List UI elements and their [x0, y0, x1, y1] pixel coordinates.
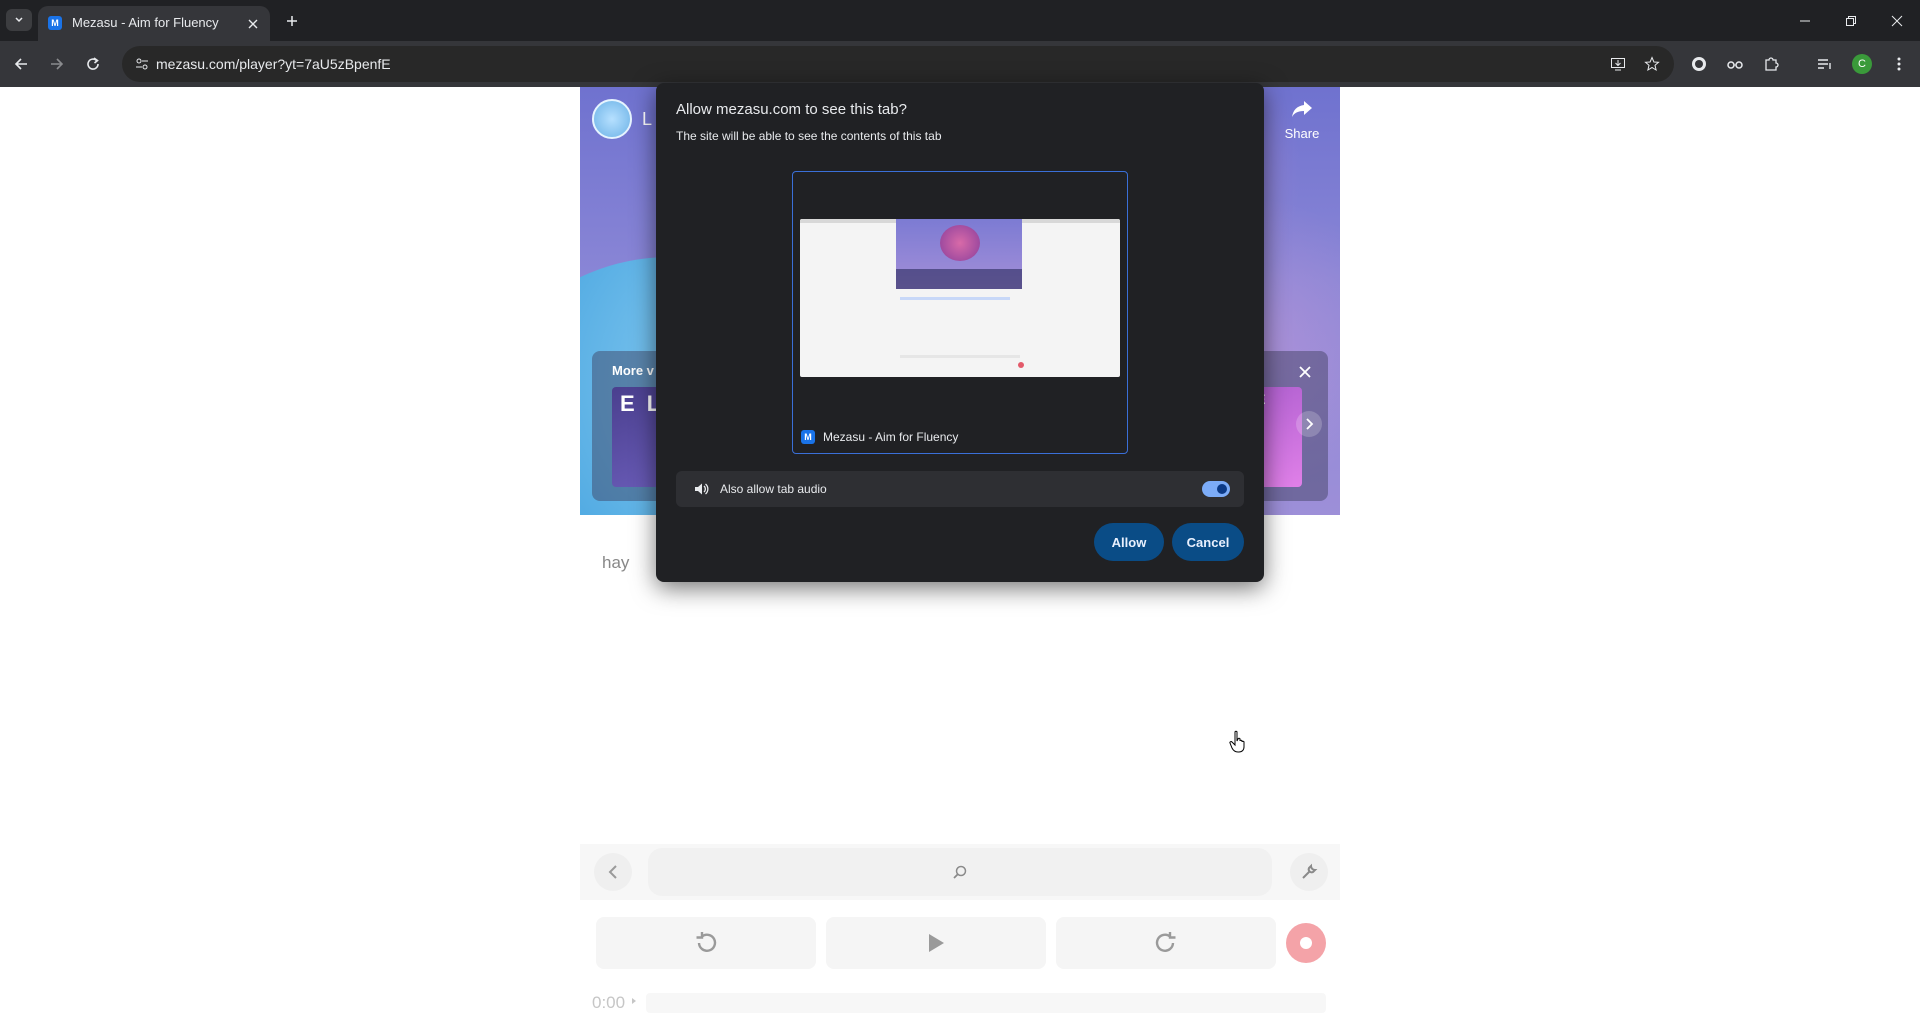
play-icon: [929, 934, 944, 952]
arrow-right-icon: [51, 58, 64, 70]
tab-preview-thumbnail: [800, 219, 1120, 377]
preview-figure: [940, 225, 980, 261]
dialog-subtitle: The site will be able to see the content…: [676, 129, 942, 143]
back-button[interactable]: [8, 51, 34, 77]
media-queue-icon: [1818, 59, 1831, 69]
reload-button[interactable]: [80, 51, 106, 77]
more-videos-close-button[interactable]: [1294, 361, 1316, 383]
forward-button[interactable]: [44, 51, 70, 77]
replay-button[interactable]: [596, 917, 816, 969]
extension-button-1[interactable]: [1686, 51, 1712, 77]
tab-preview-card[interactable]: M Mezasu - Aim for Fluency: [792, 171, 1128, 454]
tab-preview-label: M Mezasu - Aim for Fluency: [801, 430, 958, 444]
tab-audio-label: Also allow tab audio: [720, 482, 827, 496]
progress-bar[interactable]: [646, 993, 1326, 1013]
preview-favicon: M: [801, 430, 815, 444]
star-icon: [1644, 56, 1660, 72]
chevron-left-icon: [608, 865, 617, 879]
close-icon: [248, 19, 258, 29]
tab-close-button[interactable]: [244, 15, 262, 33]
extension-glasses-icon: [1727, 61, 1743, 69]
previous-button[interactable]: [594, 853, 632, 891]
url-text: mezasu.com/player?yt=7aU5zBpenfE: [156, 56, 391, 72]
address-bar[interactable]: mezasu.com/player?yt=7aU5zBpenfE: [122, 46, 1674, 82]
cancel-button[interactable]: Cancel: [1172, 523, 1244, 561]
share-tab-permission-dialog: Allow mezasu.com to see this tab? The si…: [656, 83, 1264, 582]
minimize-icon: [1800, 20, 1810, 21]
playback-time: 0:00: [592, 993, 626, 1012]
redo-button[interactable]: [1056, 917, 1276, 969]
search-icon: [953, 865, 967, 879]
record-button[interactable]: [1286, 923, 1326, 963]
video-title-partial: L: [642, 109, 653, 129]
preview-video: [896, 219, 1022, 289]
restore-icon: [1846, 15, 1856, 26]
tab-audio-toggle[interactable]: [1202, 481, 1230, 497]
browser-toolbar: mezasu.com/player?yt=7aU5zBpenfE C: [0, 41, 1920, 87]
more-videos-title: More v: [612, 363, 654, 378]
subtitle-word[interactable]: hay: [602, 553, 629, 573]
close-window-button[interactable]: [1874, 0, 1920, 41]
install-app-button[interactable]: [1606, 52, 1630, 76]
preview-tab-title: Mezasu - Aim for Fluency: [823, 430, 959, 444]
record-dot-icon: [1300, 937, 1312, 949]
share-icon: [1292, 101, 1312, 117]
minimize-button[interactable]: [1782, 0, 1828, 41]
media-controls-button[interactable]: [1812, 51, 1838, 77]
player-controls: 0:00: [580, 907, 1340, 1032]
share-button[interactable]: Share: [1280, 99, 1324, 143]
channel-avatar[interactable]: [592, 99, 632, 139]
preview-subtitle-line: [900, 297, 1010, 300]
wrench-icon: [1302, 863, 1318, 879]
tab-search-button[interactable]: [6, 9, 32, 31]
search-bar[interactable]: [648, 848, 1272, 896]
browser-menu-button[interactable]: [1886, 51, 1912, 77]
browser-tab-active[interactable]: M Mezasu - Aim for Fluency: [38, 6, 270, 41]
puzzle-icon: [1765, 57, 1779, 71]
close-icon: [1299, 366, 1311, 378]
new-tab-button[interactable]: [280, 9, 304, 33]
preview-search-line: [900, 355, 1020, 358]
plus-icon: [287, 16, 297, 26]
dialog-title: Allow mezasu.com to see this tab?: [676, 101, 907, 118]
redo-icon: [1155, 932, 1176, 952]
tab-title: Mezasu - Aim for Fluency: [72, 15, 219, 30]
preview-thumb-strip: [896, 269, 1022, 289]
install-icon: [1611, 58, 1625, 71]
play-button[interactable]: [826, 917, 1046, 969]
speaker-icon: [692, 480, 710, 498]
tab-favicon: M: [48, 16, 62, 30]
browser-tabstrip: M Mezasu - Aim for Fluency: [0, 0, 1920, 41]
chevron-down-icon: [15, 17, 23, 23]
toggle-knob: [1217, 484, 1227, 494]
preview-record-dot: [1018, 362, 1024, 368]
arrow-left-icon: [14, 58, 27, 70]
undo-icon: [696, 932, 717, 952]
more-videos-next-button[interactable]: [1296, 411, 1322, 437]
hand-cursor-icon: [1229, 730, 1245, 753]
profile-avatar[interactable]: C: [1852, 54, 1872, 74]
bookmark-button[interactable]: [1640, 52, 1664, 76]
site-info-button[interactable]: [130, 52, 154, 76]
extension-globe-icon: [1692, 57, 1706, 71]
allow-button[interactable]: Allow: [1094, 523, 1164, 561]
extensions-menu-button[interactable]: [1758, 51, 1784, 77]
reload-icon: [87, 57, 99, 70]
more-vert-icon: [1897, 57, 1901, 71]
chevron-right-icon: [1306, 418, 1314, 430]
share-label: Share: [1284, 126, 1320, 141]
tune-icon: [136, 58, 148, 70]
close-icon: [1891, 15, 1903, 26]
restore-button[interactable]: [1828, 0, 1874, 41]
search-row: [580, 844, 1340, 900]
tools-button[interactable]: [1290, 853, 1328, 891]
tab-audio-row[interactable]: Also allow tab audio: [676, 471, 1244, 507]
time-arrow-icon: [632, 998, 636, 1004]
extension-button-2[interactable]: [1722, 51, 1748, 77]
